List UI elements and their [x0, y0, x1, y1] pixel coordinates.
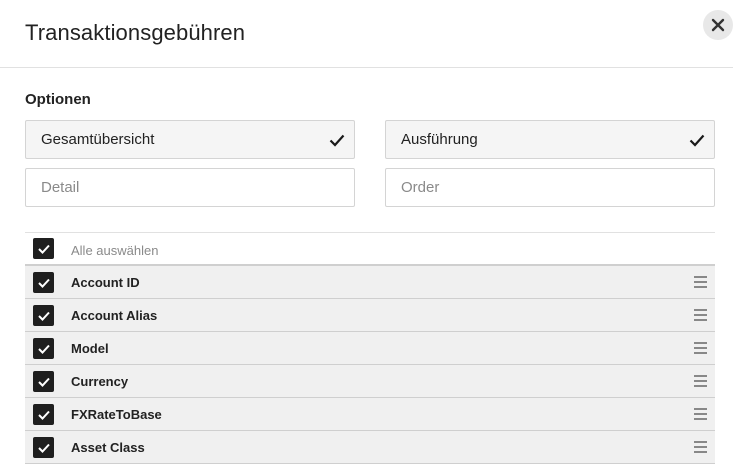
field-row-account-alias[interactable]: Account Alias: [25, 299, 715, 332]
drag-handle-icon[interactable]: [694, 408, 707, 420]
field-list: Alle auswählen Account ID Account Alias …: [25, 232, 715, 464]
row-checkbox[interactable]: [33, 272, 54, 293]
row-label: Model: [71, 341, 109, 356]
row-checkbox[interactable]: [33, 404, 54, 425]
dialog-title: Transaktionsgebühren: [25, 20, 246, 45]
row-label: Asset Class: [71, 440, 145, 455]
row-checkbox[interactable]: [33, 338, 54, 359]
row-checkbox[interactable]: [33, 371, 54, 392]
row-label: Currency: [71, 374, 129, 389]
option-label: Gesamtübersicht: [41, 131, 155, 148]
close-button[interactable]: [703, 10, 733, 40]
drag-handle-icon[interactable]: [694, 375, 707, 387]
option-ausfuehrung[interactable]: Ausführung: [385, 120, 715, 159]
checkmark-icon: [37, 344, 50, 354]
drag-handle-icon[interactable]: [694, 441, 707, 453]
option-label: Detail: [41, 179, 80, 196]
checkmark-icon: [37, 278, 50, 288]
row-checkbox[interactable]: [33, 437, 54, 458]
field-row-account-id[interactable]: Account ID: [25, 266, 715, 299]
option-label: Ausführung: [401, 131, 478, 148]
row-checkbox[interactable]: [33, 305, 54, 326]
row-label: Account ID: [71, 275, 140, 290]
option-label: Order: [401, 179, 440, 196]
row-label: FXRateToBase: [71, 407, 162, 422]
close-icon: [711, 18, 725, 32]
dialog-header: Transaktionsgebühren: [0, 0, 733, 68]
checkmark-icon: [329, 134, 345, 147]
drag-handle-icon[interactable]: [694, 309, 707, 321]
field-row-asset-class[interactable]: Asset Class: [25, 431, 715, 464]
drag-handle-icon[interactable]: [694, 342, 707, 354]
option-detail[interactable]: Detail: [25, 168, 355, 207]
option-gesamtuebersicht[interactable]: Gesamtübersicht: [25, 120, 355, 159]
row-label: Account Alias: [71, 308, 158, 323]
field-row-model[interactable]: Model: [25, 332, 715, 365]
drag-handle-icon[interactable]: [694, 276, 707, 288]
checkmark-icon: [37, 311, 50, 321]
checkmark-icon: [37, 410, 50, 420]
select-all-label: Alle auswählen: [71, 243, 159, 258]
options-heading: Optionen: [25, 91, 91, 108]
checkmark-icon: [37, 443, 50, 453]
checkmark-icon: [37, 377, 50, 387]
checkmark-icon: [37, 244, 50, 254]
select-all-checkbox[interactable]: [33, 238, 54, 259]
checkmark-icon: [689, 134, 705, 147]
option-order[interactable]: Order: [385, 168, 715, 207]
select-all-row[interactable]: Alle auswählen: [25, 233, 715, 266]
field-row-currency[interactable]: Currency: [25, 365, 715, 398]
field-row-fxratetobase[interactable]: FXRateToBase: [25, 398, 715, 431]
